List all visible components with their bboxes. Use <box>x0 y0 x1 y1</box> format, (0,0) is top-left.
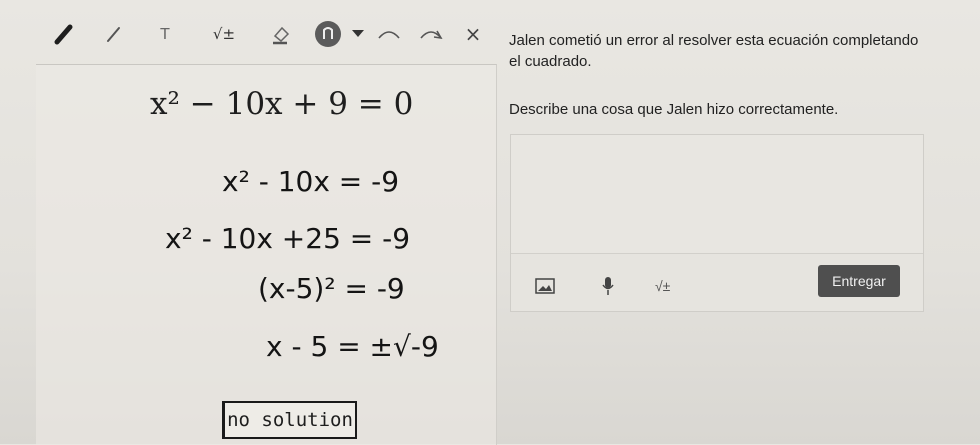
work-step-3: (x-5)² = -9 <box>258 272 405 305</box>
text-tool-icon[interactable]: T <box>150 20 180 48</box>
given-equation: x² − 10x + 9 = 0 <box>150 86 414 122</box>
microphone-icon[interactable] <box>601 275 615 297</box>
image-icon[interactable] <box>535 275 555 297</box>
close-icon[interactable]: × <box>458 20 488 48</box>
eraser-icon[interactable] <box>266 20 296 48</box>
question-prompt: Describe una cosa que Jalen hizo correct… <box>509 101 839 118</box>
submit-button[interactable]: Entregar <box>818 265 900 297</box>
pen-icon[interactable] <box>50 20 78 48</box>
work-step-2: x² - 10x +25 = -9 <box>165 222 411 255</box>
math-tool-icon[interactable]: √± <box>204 20 244 48</box>
work-step-1: x² - 10x = -9 <box>222 165 400 198</box>
answer-text-area[interactable] <box>511 135 923 254</box>
undo-icon[interactable] <box>374 20 404 48</box>
redo-icon[interactable] <box>416 20 446 48</box>
work-step-4: x - 5 = ±√-9 <box>266 330 439 363</box>
drawing-toolbar: T √± × <box>20 14 490 54</box>
dropdown-caret-icon[interactable] <box>350 20 366 48</box>
conclusion-box: no solution <box>222 401 357 439</box>
conclusion-text: no solution <box>227 409 353 431</box>
question-text: Jalen cometió un error al resolver esta … <box>509 32 919 70</box>
math-tool-icon[interactable]: √± <box>655 275 670 297</box>
pencil-icon[interactable] <box>100 20 128 48</box>
lasso-icon[interactable] <box>310 20 346 48</box>
